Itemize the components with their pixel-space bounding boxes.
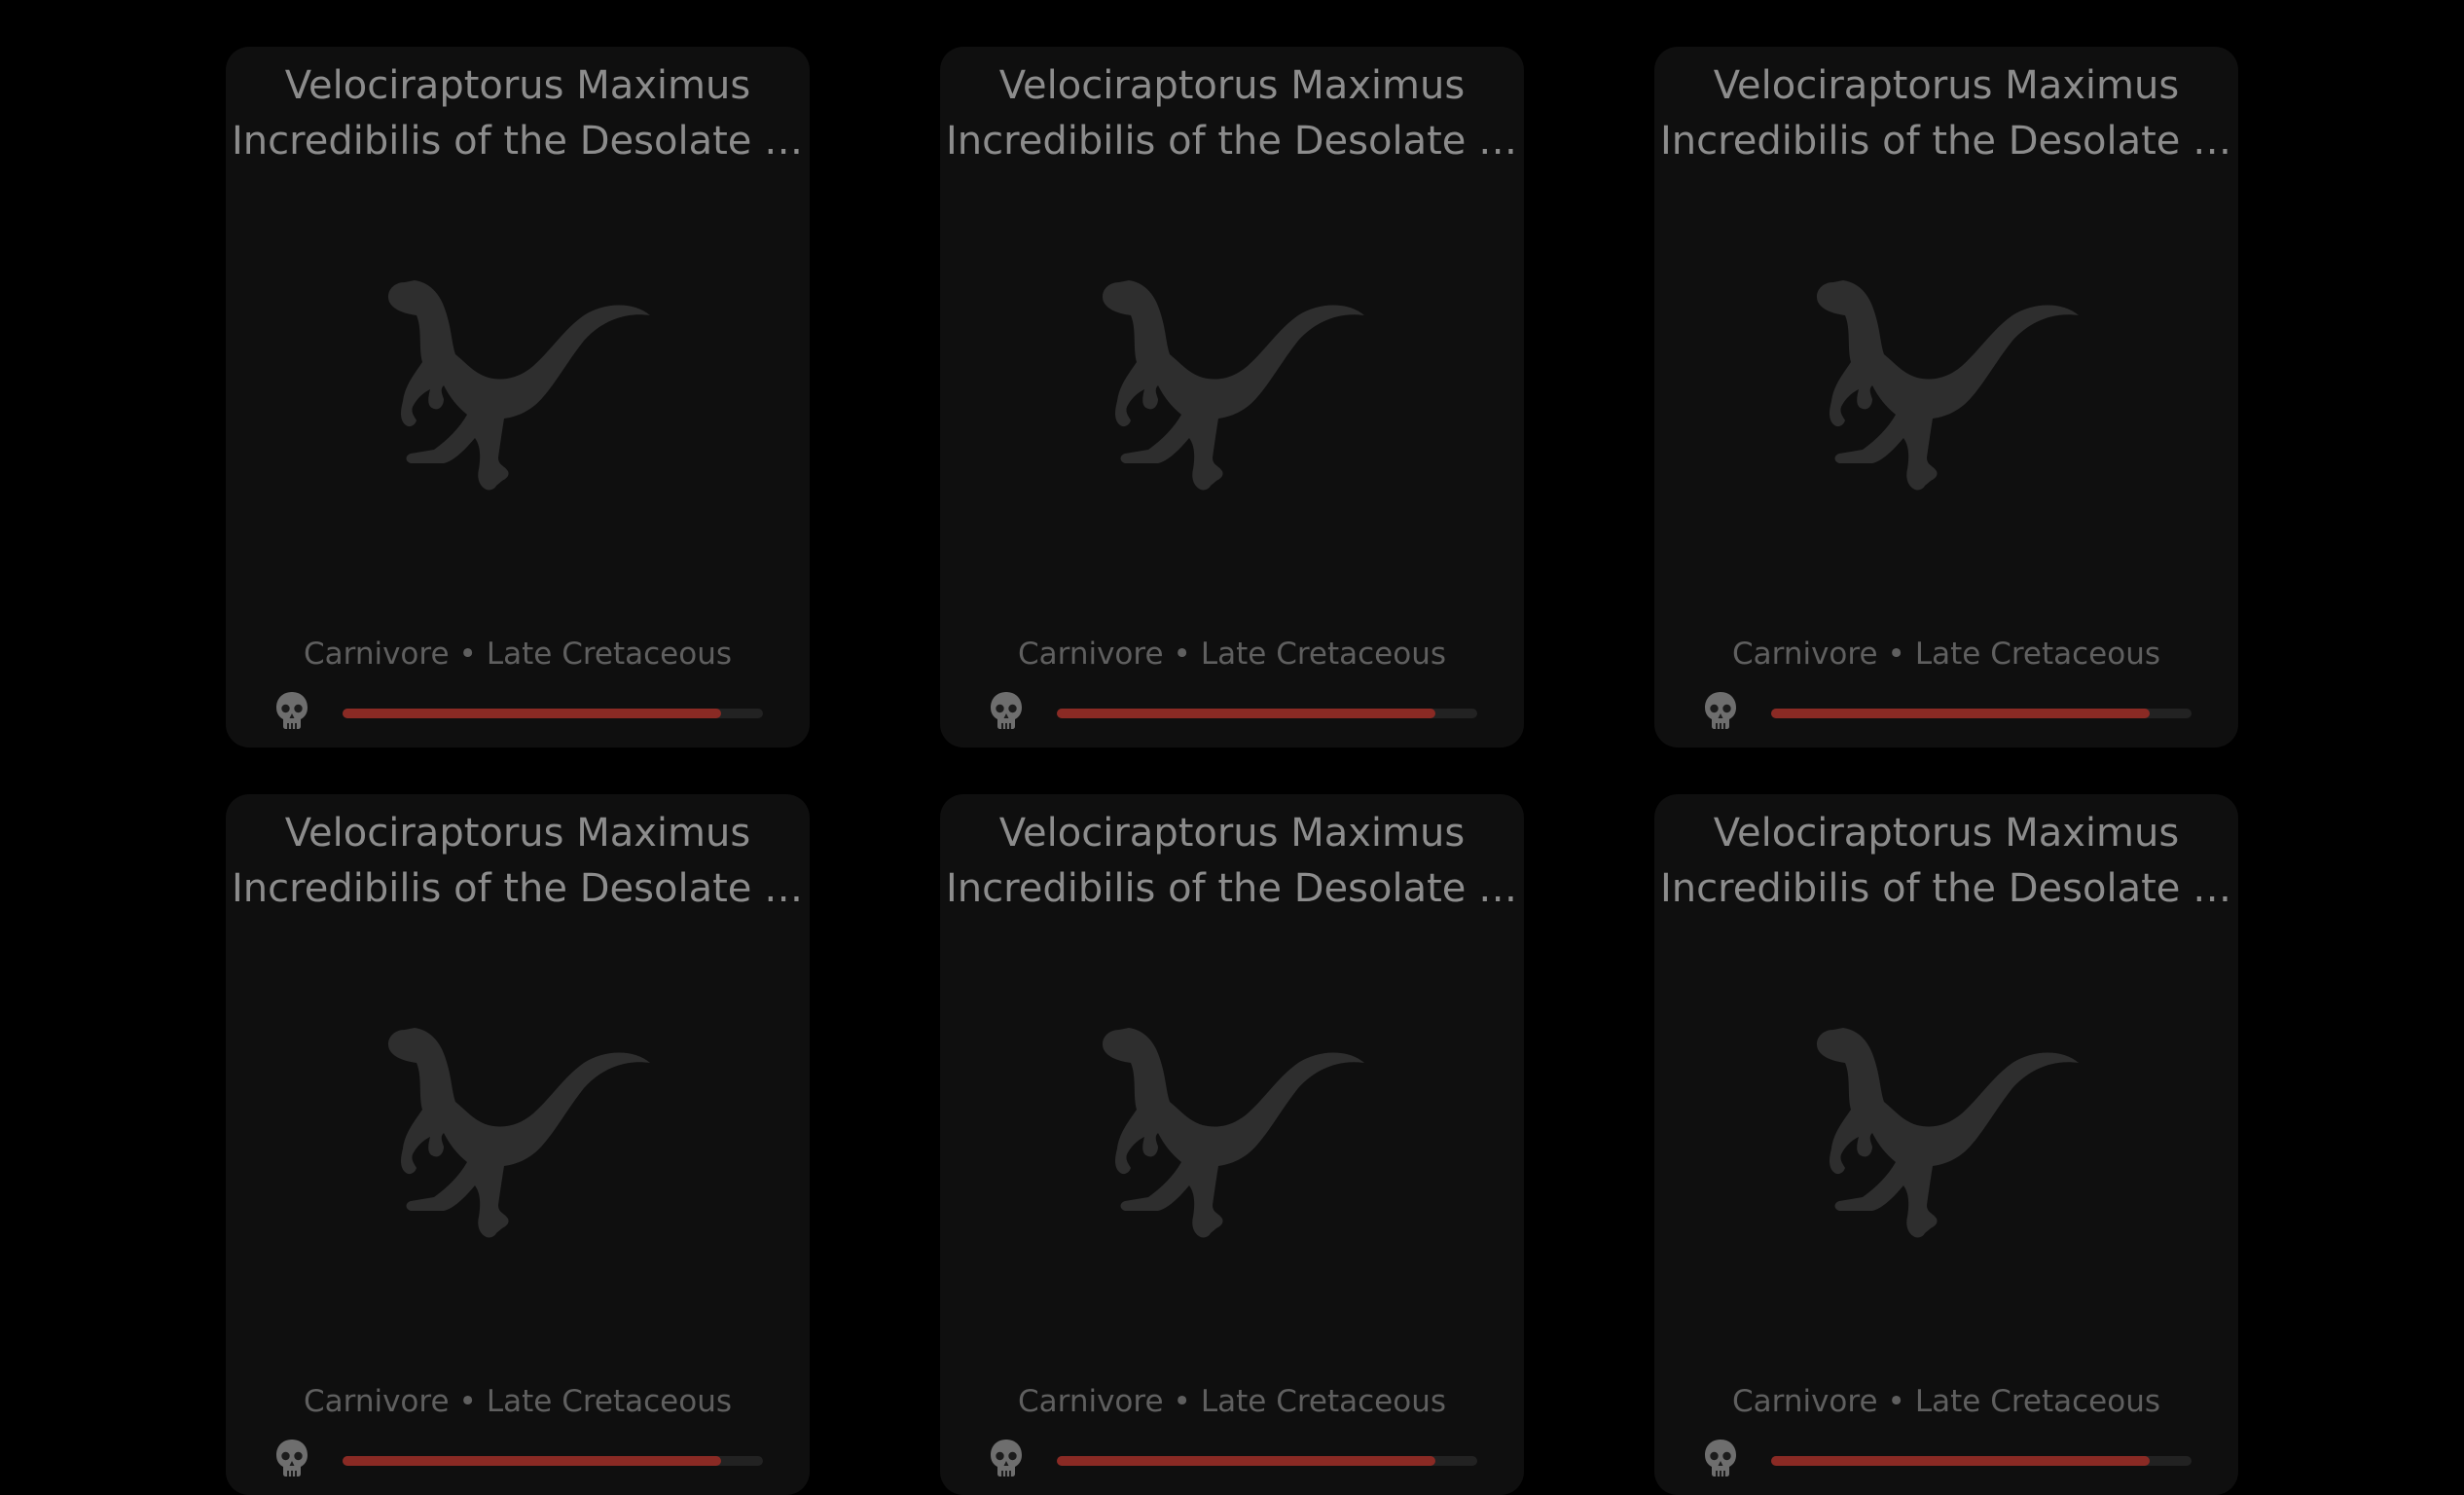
velociraptor-silhouette-icon — [1654, 273, 2238, 565]
card-title-line-2: Incredibilis of the Desolate E… — [946, 866, 1524, 911]
skull-icon — [1703, 691, 1738, 730]
period-label: Late Cretaceous — [1914, 637, 2161, 672]
danger-level-fill — [1771, 1456, 2150, 1466]
velociraptor-silhouette-icon — [226, 1020, 810, 1312]
card-title-line-1: Velociraptorus Maximus — [998, 811, 1466, 856]
card-title-line-2: Incredibilis of the Desolate E… — [232, 866, 810, 911]
period-label: Late Cretaceous — [486, 637, 733, 672]
skull-icon — [274, 691, 309, 730]
diet-label: Carnivore — [303, 637, 450, 672]
meta-separator: • — [458, 1384, 477, 1419]
period-label: Late Cretaceous — [486, 1384, 733, 1419]
diet-label: Carnivore — [1017, 637, 1164, 672]
velociraptor-silhouette-icon — [940, 1020, 1524, 1312]
dinosaur-card[interactable]: Velociraptorus Maximus Incredibilis of t… — [940, 794, 1524, 1495]
card-title-line-1: Velociraptorus Maximus — [284, 811, 751, 856]
skull-icon — [989, 1439, 1024, 1477]
card-meta: Carnivore • Late Cretaceous — [226, 1382, 810, 1421]
velociraptor-silhouette-icon — [1654, 1020, 2238, 1312]
card-meta: Carnivore • Late Cretaceous — [940, 1382, 1524, 1421]
period-label: Late Cretaceous — [1200, 1384, 1447, 1419]
card-title-line-2: Incredibilis of the Desolate E… — [1660, 119, 2238, 164]
danger-level-fill — [1771, 709, 2150, 718]
card-title: Velociraptorus Maximus Incredibilis of t… — [226, 806, 810, 917]
diet-label: Carnivore — [303, 1384, 450, 1419]
danger-level-bar — [1771, 709, 2192, 718]
card-meta: Carnivore • Late Cretaceous — [1654, 1382, 2238, 1421]
dinosaur-card[interactable]: Velociraptorus Maximus Incredibilis of t… — [226, 794, 810, 1495]
meta-separator: • — [1887, 1384, 1905, 1419]
card-title-line-1: Velociraptorus Maximus — [1713, 63, 2180, 108]
danger-level-fill — [343, 709, 721, 718]
danger-level-bar — [343, 1456, 763, 1466]
card-title: Velociraptorus Maximus Incredibilis of t… — [1654, 58, 2238, 169]
meta-separator: • — [458, 637, 477, 672]
period-label: Late Cretaceous — [1914, 1384, 2161, 1419]
meta-separator: • — [1173, 637, 1191, 672]
card-meta: Carnivore • Late Cretaceous — [226, 635, 810, 674]
dinosaur-card[interactable]: Velociraptorus Maximus Incredibilis of t… — [1654, 794, 2238, 1495]
card-title-line-2: Incredibilis of the Desolate E… — [946, 119, 1524, 164]
velociraptor-silhouette-icon — [226, 273, 810, 565]
velociraptor-silhouette-icon — [940, 273, 1524, 565]
dinosaur-card[interactable]: Velociraptorus Maximus Incredibilis of t… — [226, 47, 810, 748]
card-title: Velociraptorus Maximus Incredibilis of t… — [226, 58, 810, 169]
period-label: Late Cretaceous — [1200, 637, 1447, 672]
danger-level-bar — [1057, 1456, 1477, 1466]
card-title: Velociraptorus Maximus Incredibilis of t… — [1654, 806, 2238, 917]
card-title-line-2: Incredibilis of the Desolate E… — [1660, 866, 2238, 911]
dinosaur-card[interactable]: Velociraptorus Maximus Incredibilis of t… — [940, 47, 1524, 748]
diet-label: Carnivore — [1731, 637, 1878, 672]
diet-label: Carnivore — [1731, 1384, 1878, 1419]
dinosaur-card[interactable]: Velociraptorus Maximus Incredibilis of t… — [1654, 47, 2238, 748]
card-title: Velociraptorus Maximus Incredibilis of t… — [940, 806, 1524, 917]
skull-icon — [989, 691, 1024, 730]
danger-level-bar — [1771, 1456, 2192, 1466]
diet-label: Carnivore — [1017, 1384, 1164, 1419]
danger-level-bar — [343, 709, 763, 718]
card-title-line-1: Velociraptorus Maximus — [1713, 811, 2180, 856]
dinosaur-grid: Velociraptorus Maximus Incredibilis of t… — [226, 47, 2238, 1495]
danger-level-fill — [343, 1456, 721, 1466]
card-title-line-1: Velociraptorus Maximus — [284, 63, 751, 108]
card-title-line-2: Incredibilis of the Desolate E… — [232, 119, 810, 164]
danger-level-bar — [1057, 709, 1477, 718]
skull-icon — [1703, 1439, 1738, 1477]
card-meta: Carnivore • Late Cretaceous — [940, 635, 1524, 674]
meta-separator: • — [1887, 637, 1905, 672]
card-meta: Carnivore • Late Cretaceous — [1654, 635, 2238, 674]
skull-icon — [274, 1439, 309, 1477]
meta-separator: • — [1173, 1384, 1191, 1419]
card-title: Velociraptorus Maximus Incredibilis of t… — [940, 58, 1524, 169]
danger-level-fill — [1057, 1456, 1435, 1466]
danger-level-fill — [1057, 709, 1435, 718]
card-title-line-1: Velociraptorus Maximus — [998, 63, 1466, 108]
